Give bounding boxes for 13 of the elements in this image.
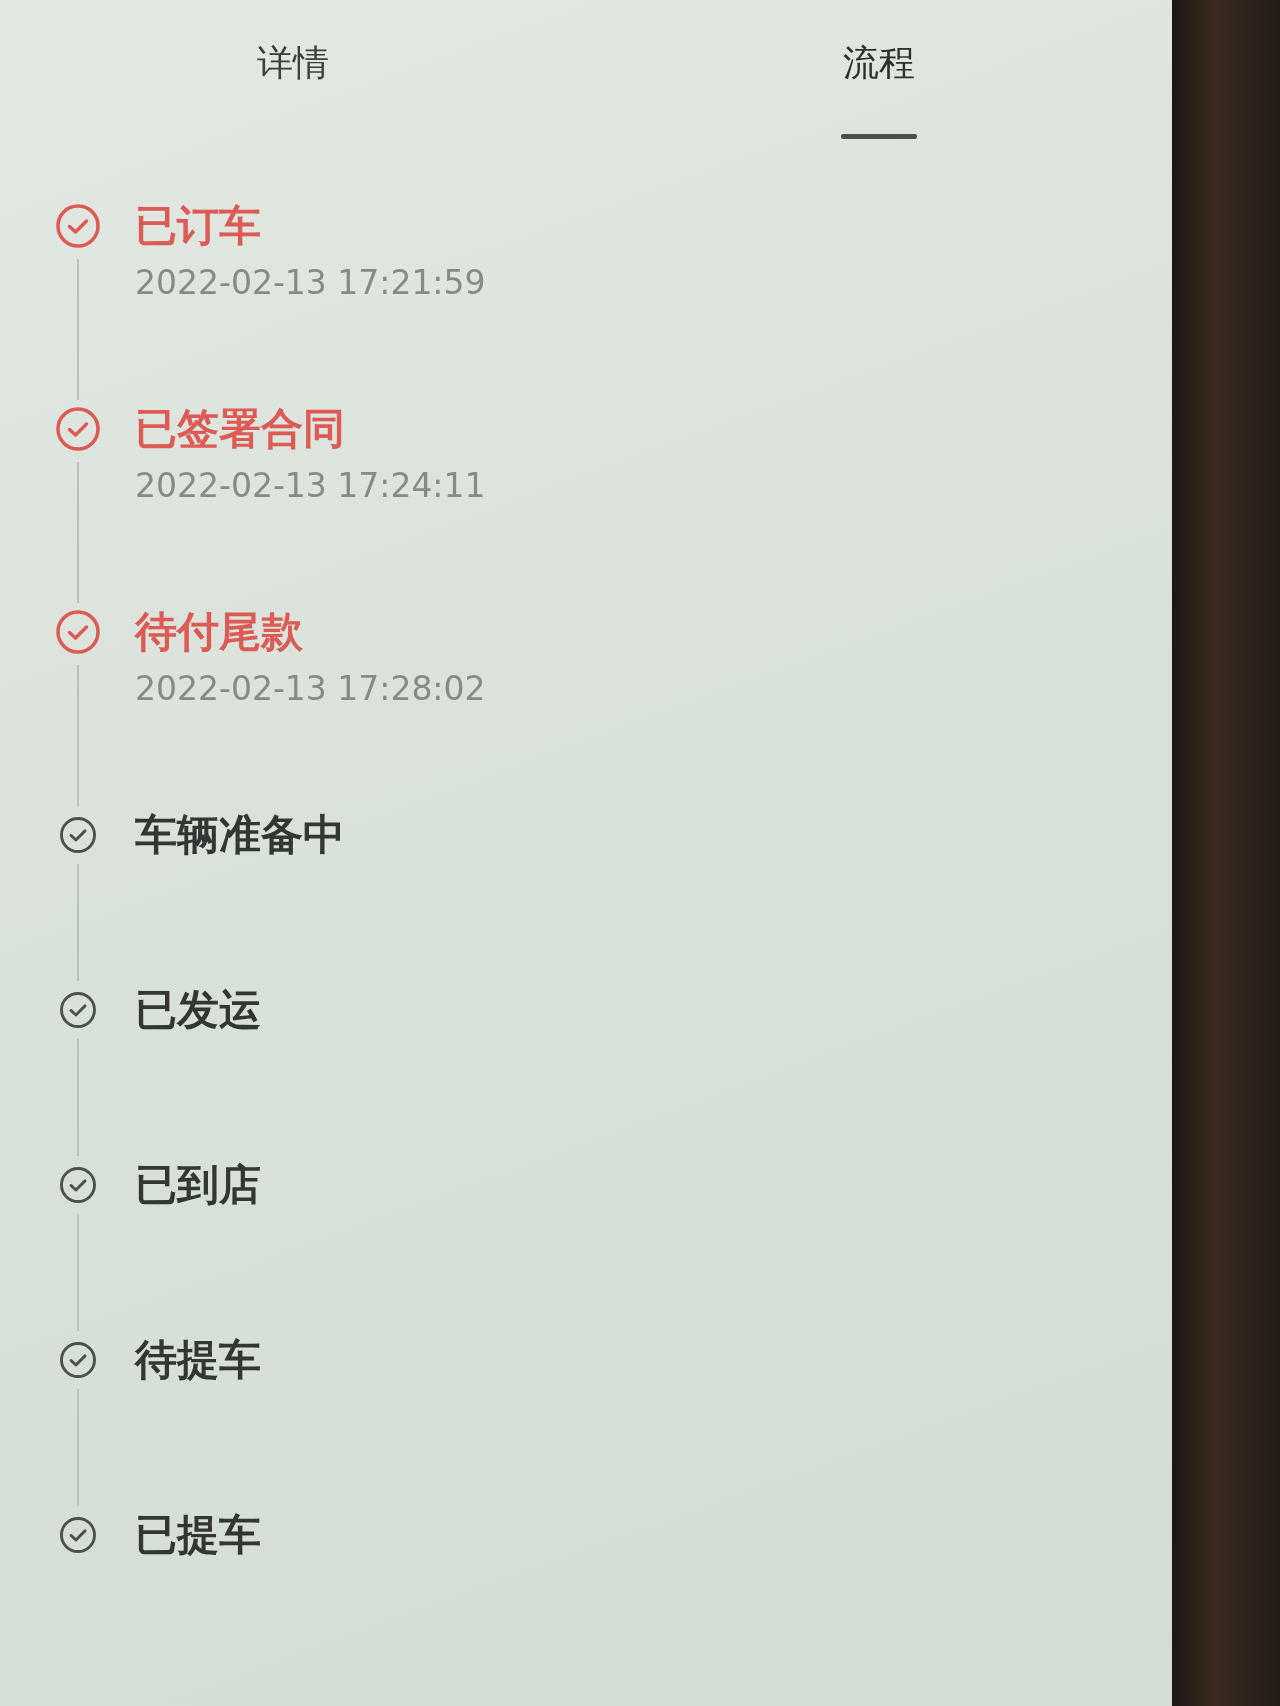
- step-title: 已签署合同: [135, 406, 345, 452]
- step-title: 已到店: [135, 1162, 261, 1208]
- step-time: 2022-02-13 17:28:02: [135, 669, 486, 709]
- step-title: 车辆准备中: [135, 812, 345, 858]
- tab[interactable]: 详情: [0, 0, 586, 150]
- step-title: 已发运: [135, 987, 261, 1033]
- tab[interactable]: 流程: [586, 0, 1172, 150]
- step-time: 2022-02-13 17:21:59: [135, 263, 486, 303]
- step-title: 已提车: [135, 1512, 261, 1558]
- step-time: 2022-02-13 17:24:11: [135, 466, 486, 506]
- step-title: 已订车: [135, 203, 261, 249]
- step-title: 待付尾款: [135, 609, 303, 655]
- step-title: 待提车: [135, 1337, 261, 1383]
